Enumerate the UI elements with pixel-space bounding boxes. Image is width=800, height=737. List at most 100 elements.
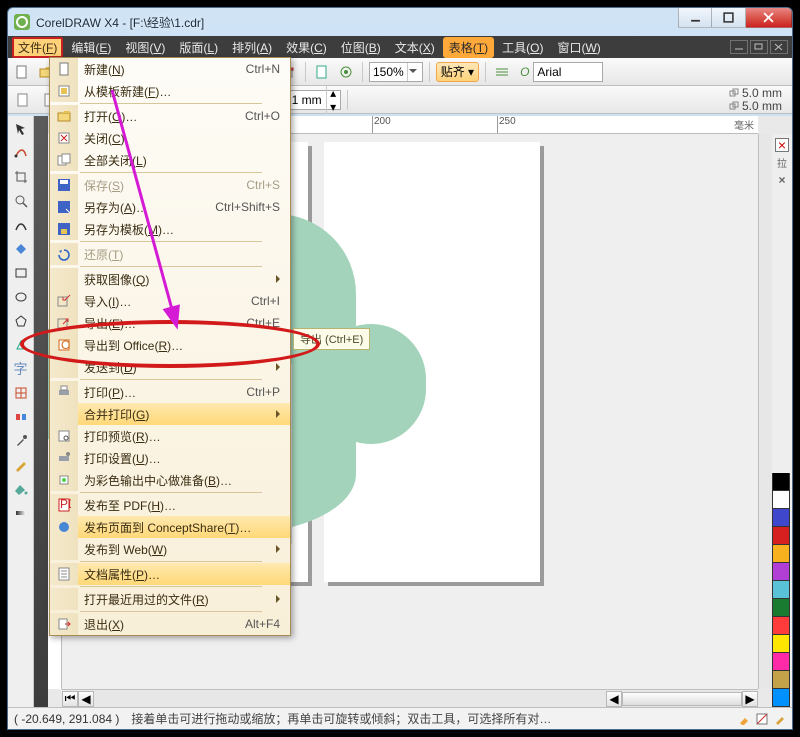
swatch-c4a24a[interactable] <box>772 671 790 689</box>
menu-item[interactable]: 导出(E)…Ctrl+E <box>50 312 290 334</box>
menu-item[interactable]: 另存为(A)…Ctrl+Shift+S <box>50 196 290 218</box>
window-minimize-button[interactable] <box>678 8 712 28</box>
swatch-b13fd6[interactable] <box>772 563 790 581</box>
freehand-tool-icon[interactable] <box>12 216 30 234</box>
zoom-combo[interactable]: 150% <box>369 62 423 82</box>
eyedropper-tool-icon[interactable] <box>12 432 30 450</box>
ellipse-tool-icon[interactable] <box>12 288 30 306</box>
menu-item[interactable]: 新建(N)Ctrl+N <box>50 58 290 80</box>
svg-text:O: O <box>61 338 70 352</box>
rectangle-tool-icon[interactable] <box>12 264 30 282</box>
menu-效果[interactable]: 效果(C) <box>280 37 333 58</box>
scroll-right-button[interactable]: ▶ <box>742 691 758 707</box>
polygon-tool-icon[interactable] <box>12 312 30 330</box>
doc-icon[interactable] <box>312 62 332 82</box>
menu-版面[interactable]: 版面(L) <box>173 37 224 58</box>
new-icon[interactable] <box>12 62 32 82</box>
swatch-d61f1f[interactable] <box>772 527 790 545</box>
crop-tool-icon[interactable] <box>12 168 30 186</box>
welcome-icon[interactable] <box>336 62 356 82</box>
menu-item[interactable]: 发布页面到 ConceptShare(T)… <box>50 516 290 538</box>
menu-item[interactable]: 关闭(C) <box>50 127 290 149</box>
menu-item[interactable]: 退出(X)Alt+F4 <box>50 613 290 635</box>
swatch-ff2aa8[interactable] <box>772 653 790 671</box>
right-label: 拉 <box>777 155 787 170</box>
menu-item[interactable]: 发布到 Web(W) <box>50 538 290 560</box>
menu-item-label: 发送到(D) <box>78 359 290 376</box>
mdi-close-button[interactable] <box>770 40 788 54</box>
menu-item[interactable]: 全部关闭(L) <box>50 149 290 171</box>
menu-表格[interactable]: 表格(T) <box>443 37 494 58</box>
page-prev-button[interactable]: ◀ <box>78 691 94 707</box>
menu-item[interactable]: 打印设置(U)… <box>50 447 290 469</box>
blank-icon <box>50 403 78 425</box>
window-title: CorelDRAW X4 - [F:\经验\1.cdr] <box>36 14 204 31</box>
table-tool-icon[interactable] <box>12 384 30 402</box>
zoom-tool-icon[interactable] <box>12 192 30 210</box>
menu-item[interactable]: PDF发布至 PDF(H)… <box>50 494 290 516</box>
scrollbar-vertical[interactable] <box>758 134 772 689</box>
menu-视图[interactable]: 视图(V) <box>119 37 171 58</box>
menu-文本[interactable]: 文本(X) <box>389 37 441 58</box>
status-coords: ( -20.649, 291.084 ) <box>14 712 119 726</box>
font-italic-o-icon: O <box>520 65 529 79</box>
menu-item[interactable]: O导出到 Office(R)… <box>50 334 290 356</box>
page-size-icon[interactable] <box>12 89 34 111</box>
basic-shapes-icon[interactable] <box>12 336 30 354</box>
fill-tool-icon[interactable] <box>12 480 30 498</box>
outline-tool-icon[interactable] <box>12 456 30 474</box>
menu-编辑[interactable]: 编辑(E) <box>65 37 117 58</box>
interactive-fill-icon[interactable] <box>12 504 30 522</box>
menu-item[interactable]: 打印(P)…Ctrl+P <box>50 381 290 403</box>
menu-item[interactable]: 打开(O)…Ctrl+O <box>50 105 290 127</box>
swatch-ff3b3b[interactable] <box>772 617 790 635</box>
menu-窗口[interactable]: 窗口(W) <box>551 37 606 58</box>
snap-button[interactable]: 贴齐 ▾ <box>436 62 479 82</box>
menu-item[interactable]: 合并打印(G) <box>50 403 290 425</box>
menu-item-shortcut: Ctrl+O <box>245 109 290 123</box>
scroll-left-button[interactable]: ◀ <box>606 691 622 707</box>
options-icon[interactable] <box>492 62 512 82</box>
mdi-minimize-button[interactable] <box>730 40 748 54</box>
menu-item[interactable]: 文档属性(P)… <box>50 563 290 585</box>
swatch-3f48cc[interactable] <box>772 509 790 527</box>
swatch-f7b11e[interactable] <box>772 545 790 563</box>
menu-item[interactable]: 获取图像(Q) <box>50 268 290 290</box>
swatch-0091ff[interactable] <box>772 689 790 707</box>
blank-icon <box>50 538 78 560</box>
window-maximize-button[interactable] <box>712 8 746 28</box>
page-first-button[interactable]: ⏮ <box>62 691 78 707</box>
font-combo[interactable]: Arial <box>533 62 603 82</box>
menu-item[interactable]: 打印预览(R)… <box>50 425 290 447</box>
swatch-59c2d6[interactable] <box>772 581 790 599</box>
swatch-ffffff[interactable] <box>772 491 790 509</box>
menu-item[interactable]: 从模板新建(F)… <box>50 80 290 102</box>
mdi-restore-button[interactable] <box>750 40 768 54</box>
scroll-thumb-h[interactable] <box>622 692 742 706</box>
menu-item[interactable]: 导入(I)…Ctrl+I <box>50 290 290 312</box>
menu-item-label: 从模板新建(F)… <box>78 83 290 100</box>
menu-排列[interactable]: 排列(A) <box>226 37 278 58</box>
shape-tool-icon[interactable] <box>12 144 30 162</box>
interactive-tool-icon[interactable] <box>12 408 30 426</box>
nudge-spinner[interactable]: .1 mm▴▾ <box>283 90 340 110</box>
swatch-ffe600[interactable] <box>772 635 790 653</box>
pick-tool-icon[interactable] <box>12 120 30 138</box>
menu-文件[interactable]: 文件(F) <box>12 37 63 58</box>
scrollbar-horizontal[interactable]: ⏮ ◀ ◀ ▶ <box>62 689 758 707</box>
text-tool-icon[interactable]: 字 <box>12 360 30 378</box>
menu-工具[interactable]: 工具(O) <box>496 37 549 58</box>
window-close-button[interactable] <box>746 8 792 28</box>
menu-位图[interactable]: 位图(B) <box>335 37 387 58</box>
palette-close-icon[interactable]: × <box>778 173 785 187</box>
swatch-000000[interactable] <box>772 473 790 491</box>
no-fill-swatch[interactable] <box>775 138 789 152</box>
menu-item[interactable]: 发送到(D) <box>50 356 290 378</box>
menu-item[interactable]: 为彩色输出中心做准备(B)… <box>50 469 290 491</box>
swatch-197b30[interactable] <box>772 599 790 617</box>
menu-item[interactable]: 打开最近用过的文件(R) <box>50 588 290 610</box>
smart-fill-icon[interactable] <box>12 240 30 258</box>
outline-status-icon <box>774 713 786 725</box>
menu-item[interactable]: 另存为模板(M)… <box>50 218 290 240</box>
menu-item-label: 另存为(A)… <box>78 199 215 216</box>
